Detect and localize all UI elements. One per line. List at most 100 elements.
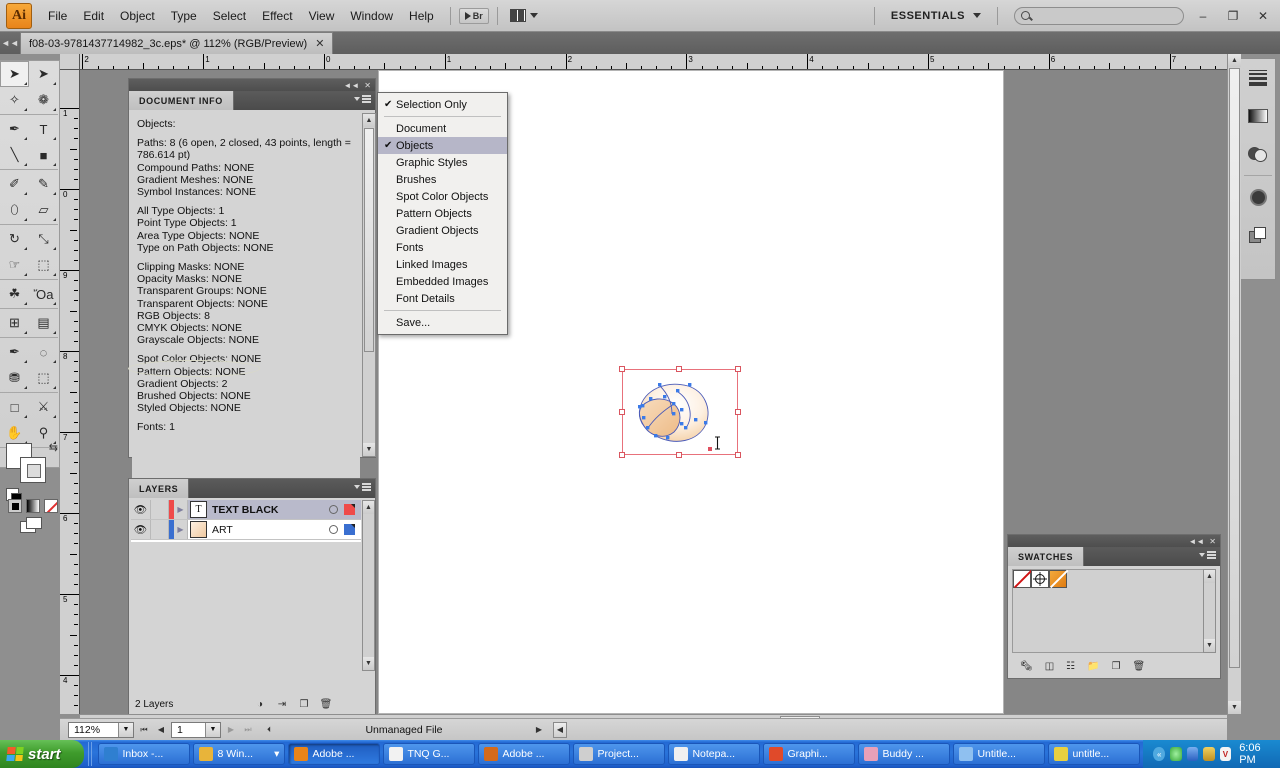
tool-expand-corner-icon[interactable] [24,163,27,166]
flyout-item-document[interactable]: Document [378,120,507,137]
workspace-selector[interactable]: ESSENTIALS [891,10,965,22]
tool-expand-corner-icon[interactable] [24,302,27,305]
handle-bottom-right[interactable] [735,452,741,458]
tray-icon-3[interactable] [1203,747,1215,761]
status-expand-icon[interactable]: ▶ [532,722,546,738]
stroke-panel-icon[interactable] [1241,59,1275,97]
screen-mode-button[interactable] [20,517,44,533]
tool-expand-corner-icon[interactable] [24,273,27,276]
menu-select[interactable]: Select [205,5,254,27]
tool-expand-corner-icon[interactable] [24,415,27,418]
search-field[interactable] [1034,10,1169,21]
handle-middle-right[interactable] [735,409,741,415]
create-new-sublayer-icon[interactable]: ⇥ [271,696,293,712]
tool-expand-corner-icon[interactable] [24,247,27,250]
layers-scrollbar[interactable]: ▲ ▼ [362,500,375,671]
swatches-panel-menu-icon[interactable] [1199,551,1216,559]
menu-type[interactable]: Type [163,5,205,27]
tool-expand-corner-icon[interactable] [53,386,56,389]
page-chevron-down-icon[interactable]: ▼ [205,722,220,737]
minimize-button[interactable]: – [1192,7,1214,25]
flyout-item-graphic-styles[interactable]: Graphic Styles [378,154,507,171]
swatches-close-icon[interactable]: ✕ [1209,537,1216,546]
create-new-layer-icon[interactable]: ❐ [293,696,315,712]
workspace-chevron-down-icon[interactable] [973,13,981,18]
flyout-item-objects[interactable]: ✔ Objects [378,137,507,154]
tool-expand-corner-icon[interactable] [53,218,56,221]
first-page-icon[interactable]: ⏮ [137,722,151,738]
scroll-down-arrow-icon[interactable]: ▼ [363,443,375,456]
tool-expand-corner-icon[interactable] [53,137,56,140]
swatches-scrollbar[interactable]: ▲ ▼ [1203,569,1216,653]
rectangle-tool[interactable]: ■ [29,142,58,168]
layer-target-circle-icon[interactable] [329,505,338,514]
document-tab[interactable]: f08-03-9781437714982_3c.eps* @ 112% (RGB… [20,32,334,54]
color-fill-button[interactable] [8,499,22,513]
delete-swatch-icon[interactable]: 🗑 [1133,661,1146,672]
flyout-item-brushes[interactable]: Brushes [378,171,507,188]
appearance-panel-icon[interactable] [1241,178,1275,216]
gradient-fill-button[interactable] [26,499,40,513]
canvas-scroll-up-icon[interactable]: ▲ [1228,54,1241,67]
menu-edit[interactable]: Edit [75,5,112,27]
make-clipping-mask-icon[interactable]: ◑ [249,696,271,712]
layer-lock-toggle[interactable] [151,520,169,539]
tab-document-info[interactable]: DOCUMENT INFO [129,91,234,110]
tool-expand-corner-icon[interactable] [53,360,56,363]
zoom-chevron-down-icon[interactable]: ▼ [118,722,133,737]
page-number-select[interactable]: 1 ▼ [171,721,221,738]
close-button[interactable]: ✕ [1252,7,1274,25]
tray-expand-icon[interactable]: « [1153,747,1165,761]
swap-fill-stroke-icon[interactable]: ⇆ [49,441,58,454]
tool-expand-corner-icon[interactable] [24,386,27,389]
document-info-close-icon[interactable]: ✕ [364,81,371,90]
tool-expand-corner-icon[interactable] [24,108,27,111]
tool-expand-corner-icon[interactable] [53,415,56,418]
taskbar-grip[interactable] [87,742,95,766]
swatches-collapse-icon[interactable]: ◄◄ [1188,537,1204,546]
tabbar-collapse-icon[interactable]: ◄◄ [0,32,20,54]
layer-expand-triangle-icon[interactable]: ▶ [174,500,188,519]
line-segment-tool[interactable]: ╲ [0,142,29,168]
new-swatch-icon[interactable]: ❐ [1112,661,1121,672]
start-button[interactable]: start [0,740,84,768]
none-fill-button[interactable] [44,499,58,513]
tool-expand-corner-icon[interactable] [53,302,56,305]
taskbar-button[interactable]: Adobe ... [288,743,381,765]
flyout-item-embedded-images[interactable]: Embedded Images [378,273,507,290]
flyout-item-selection-only[interactable]: ✔ Selection Only [378,96,507,113]
layers-scroll-down-icon[interactable]: ▼ [363,657,374,670]
last-page-icon[interactable]: ⏭ [241,722,255,738]
direct-selection-tool[interactable]: ➤ [29,61,58,87]
tab-layers[interactable]: LAYERS [129,479,190,498]
menu-view[interactable]: View [301,5,343,27]
delete-selection-icon[interactable]: 🗑 [315,696,337,712]
next-page-icon[interactable]: ▶ [224,722,238,738]
new-color-group-icon[interactable]: 📁 [1087,661,1099,672]
taskbar-button[interactable]: TNQ G... [383,743,476,765]
flyout-item-linked-images[interactable]: Linked Images [378,256,507,273]
tool-expand-corner-icon[interactable] [24,137,27,140]
selection-tool[interactable]: ➤ [0,61,29,87]
tool-expand-corner-icon[interactable] [24,82,27,85]
taskbar-button[interactable]: Graphi... [763,743,856,765]
tray-icon-2[interactable] [1186,747,1199,761]
handle-top-center[interactable] [676,366,682,372]
menu-file[interactable]: File [40,5,75,27]
magic-wand-tool[interactable]: ✧ [0,87,29,113]
layers-scroll-up-icon[interactable]: ▲ [363,501,374,514]
taskbar-button[interactable]: Adobe ... [478,743,571,765]
graphic-styles-panel-icon[interactable] [1241,216,1275,254]
flyout-item-font-details[interactable]: Font Details [378,290,507,307]
taskbar-button[interactable]: Project... [573,743,666,765]
flyout-item-save[interactable]: Save... [378,314,507,331]
column-graph-tool[interactable]: Ὄa [29,281,58,307]
layer-target-circle-icon[interactable] [329,525,338,534]
document-info-panel-menu-icon[interactable] [354,95,371,103]
mesh-tool[interactable]: ⊞ [0,310,29,336]
tool-expand-corner-icon[interactable] [53,273,56,276]
swatch-options-icon[interactable]: ☷ [1066,661,1075,672]
taskbar-group-chevron-down-icon[interactable]: ▾ [274,748,279,760]
layer-visibility-eye-icon[interactable]: 👁 [131,500,151,519]
stroke-color-box[interactable] [20,457,46,483]
